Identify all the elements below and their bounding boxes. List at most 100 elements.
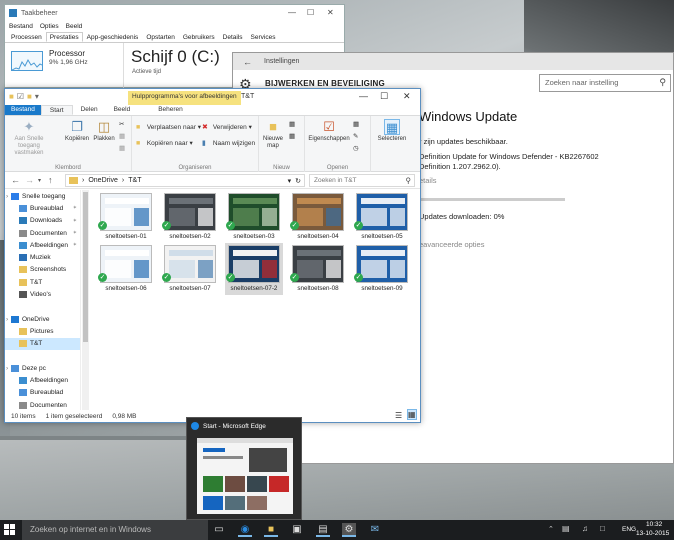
easy-access-icon[interactable]: ▦ — [289, 132, 295, 140]
network-icon[interactable]: ▤ — [562, 524, 570, 533]
chevron-down-icon[interactable]: ▾ — [288, 177, 292, 185]
breadcrumb-tt[interactable]: T&T — [128, 177, 141, 184]
search-icon[interactable]: ⚲ — [659, 77, 666, 88]
notification-icon[interactable]: □ — [600, 524, 605, 533]
new-folder-button[interactable]: ■ Nieuwe map — [261, 119, 285, 150]
file-item[interactable]: ✓ sneltoetsen-07 — [161, 243, 219, 295]
back-arrow-icon[interactable]: ← — [11, 175, 20, 185]
chevron-right-icon[interactable]: › — [6, 193, 8, 200]
scrollbar-thumb[interactable] — [83, 192, 88, 342]
details-view-icon[interactable]: ☰ — [395, 411, 402, 420]
file-item[interactable]: ✓ sneltoetsen-01 — [97, 191, 155, 243]
details-link[interactable]: etails — [419, 176, 437, 185]
tab-bestand[interactable]: Bestand — [5, 105, 41, 115]
clock-time[interactable]: 10:32 — [646, 521, 662, 528]
tab-processen[interactable]: Processen — [7, 32, 46, 42]
menu-bestand[interactable]: Bestand — [9, 23, 33, 30]
store-icon[interactable]: ▣ — [290, 523, 304, 537]
settings-titlebar[interactable]: ← Instellingen — [233, 53, 673, 70]
explorer-titlebar[interactable]: ■ ☑ ■ ▾ Hulpprogramma's voor afbeeldinge… — [5, 89, 420, 105]
menu-beeld[interactable]: Beeld — [66, 23, 83, 30]
nav-item[interactable]: › OneDrive — [5, 313, 80, 325]
file-item[interactable]: ✓ sneltoetsen-06 — [97, 243, 155, 295]
large-icons-view-icon[interactable]: ▦ — [407, 409, 417, 420]
nav-item[interactable]: Screenshots — [5, 264, 80, 276]
explorer-search-input[interactable]: Zoeken in T&T ⚲ — [309, 174, 415, 187]
properties-button[interactable]: ☑ Eigenschappen — [306, 119, 352, 143]
nav-item[interactable]: Afbeeldingen ✶ — [5, 239, 80, 251]
chevron-right-icon[interactable]: › — [6, 316, 8, 323]
search-icon[interactable]: ⚲ — [406, 176, 412, 185]
tab-start[interactable]: Start — [40, 105, 73, 115]
nav-item[interactable]: T&T — [5, 337, 80, 350]
nav-item[interactable]: › Deze pc — [5, 362, 80, 374]
edge-icon[interactable]: ◉ — [238, 523, 252, 537]
paste-button[interactable]: ◫ Plakken — [91, 119, 117, 143]
tab-opstarten[interactable]: Opstarten — [142, 32, 179, 42]
nav-item[interactable]: Afbeeldingen — [5, 374, 80, 386]
move-to-button[interactable]: ■ Verplaatsen naar ▾ — [136, 123, 201, 131]
tab-app-geschiedenis[interactable]: App-geschiedenis — [83, 32, 143, 42]
nav-item[interactable]: › Snelle toegang — [5, 190, 80, 202]
file-explorer-icon[interactable]: ■ — [264, 523, 278, 537]
menu-opties[interactable]: Opties — [40, 23, 59, 30]
copy-button[interactable]: ❐ Kopiëren — [63, 119, 91, 143]
task-manager-icon[interactable]: ▤ — [316, 523, 330, 537]
edge-preview-thumbnail[interactable] — [197, 438, 293, 514]
edge-taskbar-preview[interactable]: Start - Microsoft Edge — [186, 417, 302, 520]
nav-item[interactable]: Pictures — [5, 325, 80, 337]
cut-icon[interactable]: ✂ — [119, 120, 124, 128]
volume-icon[interactable]: ♫ — [582, 524, 588, 533]
back-arrow-icon[interactable]: ← — [243, 57, 252, 67]
file-item[interactable]: ✓ sneltoetsen-09 — [353, 243, 411, 295]
minimize-icon[interactable]: — — [288, 8, 296, 17]
chevron-right-icon[interactable]: › — [6, 365, 8, 372]
nav-item[interactable]: Documenten — [5, 399, 80, 410]
show-hidden-icons-icon[interactable]: ⌃ — [548, 525, 554, 533]
navigation-pane-scrollbar[interactable] — [82, 190, 89, 410]
file-item[interactable]: ✓ sneltoetsen-05 — [353, 191, 411, 243]
tab-delen[interactable]: Delen — [73, 105, 106, 115]
file-item[interactable]: ✓ sneltoetsen-03 — [225, 191, 283, 243]
file-explorer-window[interactable]: ■ ☑ ■ ▾ Hulpprogramma's voor afbeeldinge… — [4, 88, 421, 423]
close-icon[interactable]: ✕ — [403, 91, 411, 102]
tab-prestaties[interactable]: Prestaties — [45, 32, 83, 42]
nav-item[interactable]: Bureaublad — [5, 387, 80, 399]
nav-item[interactable]: Downloads ✶ — [5, 215, 80, 227]
up-arrow-icon[interactable]: ↑ — [48, 175, 53, 185]
settings-gear-icon[interactable]: ⚙ — [342, 523, 356, 537]
picture-tools-tab[interactable]: Hulpprogramma's voor afbeeldingen — [128, 91, 241, 105]
advanced-options-link[interactable]: eavanceerde opties — [419, 240, 484, 249]
settings-search-input[interactable]: Zoeken naar instelling ⚲ — [539, 74, 671, 92]
paste-shortcut-icon[interactable]: ▦ — [119, 144, 125, 152]
clock-date[interactable]: 13-10-2015 — [636, 530, 669, 537]
history-icon[interactable]: ◷ — [353, 144, 359, 152]
file-item[interactable]: ✓ sneltoetsen-07-2 — [225, 243, 283, 295]
maximize-icon[interactable]: ☐ — [380, 91, 388, 102]
maximize-icon[interactable]: ☐ — [307, 8, 314, 17]
delete-button[interactable]: ✖ Verwijderen ▾ — [202, 123, 252, 131]
breadcrumb-onedrive[interactable]: OneDrive — [88, 177, 118, 184]
start-button[interactable] — [4, 524, 16, 536]
new-folder-icon[interactable]: ■ — [27, 92, 32, 101]
nav-item[interactable]: Bureaublad ✶ — [5, 202, 80, 214]
task-view-icon[interactable]: ▭ — [212, 523, 226, 537]
edit-icon[interactable]: ✎ — [353, 132, 358, 140]
new-item-icon[interactable]: ▦ — [289, 120, 295, 128]
language-indicator[interactable]: ENG — [622, 526, 636, 533]
nav-item[interactable]: Documenten ✶ — [5, 227, 80, 239]
chevron-down-icon[interactable]: ▾ — [35, 92, 39, 101]
mail-icon[interactable]: ✉ — [368, 523, 382, 537]
tab-gebruikers[interactable]: Gebruikers — [179, 32, 219, 42]
nav-item[interactable]: Video's — [5, 288, 80, 300]
file-item[interactable]: ✓ sneltoetsen-08 — [289, 243, 347, 295]
forward-arrow-icon[interactable]: → — [25, 175, 34, 185]
taskbar-search-input[interactable]: Zoeken op internet en in Windows — [22, 520, 208, 540]
cpu-mini-graph[interactable] — [11, 51, 43, 71]
refresh-icon[interactable]: ↻ — [295, 177, 301, 185]
select-button[interactable]: ▦ Selecteren — [373, 119, 411, 143]
recent-locations-icon[interactable]: ▾ — [38, 177, 41, 184]
nav-item[interactable]: Muziek — [5, 251, 80, 263]
tab-services[interactable]: Services — [247, 32, 280, 42]
nav-item[interactable]: T&T — [5, 276, 80, 288]
